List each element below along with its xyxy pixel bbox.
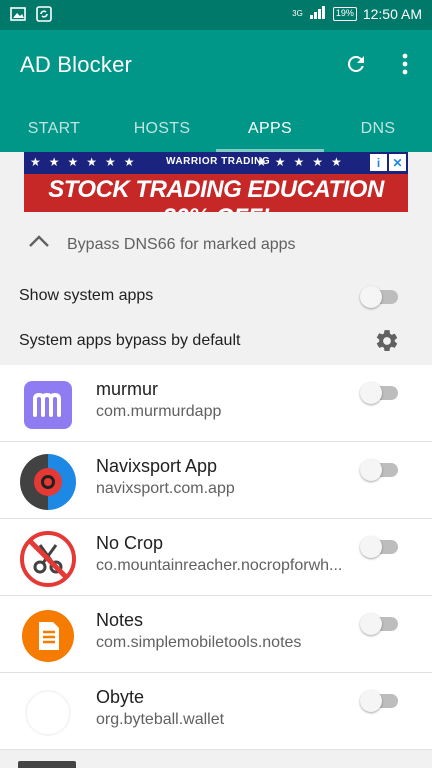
list-item[interactable]: murmur com.murmurdapp — [0, 365, 432, 442]
app-name: Notes — [96, 610, 144, 630]
no-crop-app-icon — [20, 531, 76, 587]
sync-notification-icon — [36, 6, 52, 27]
list-item[interactable]: Navixsport App navixsport.com.app — [0, 442, 432, 519]
app-title: AD Blocker — [20, 52, 133, 77]
notes-app-icon — [20, 608, 76, 664]
app-bypass-switch[interactable] — [360, 689, 400, 712]
system-apps-bypass-label: System apps bypass by default — [19, 332, 241, 349]
murmur-app-icon — [20, 377, 76, 433]
ad-stars: ★★★★★★ — [30, 155, 143, 169]
app-name: Obyte — [96, 687, 145, 707]
ad-close-icon[interactable]: ✕ — [389, 154, 406, 171]
ad-stars-right: ★★★★★ — [256, 155, 350, 169]
status-bar: 3G 19% 12:50 AM — [0, 0, 432, 30]
app-bypass-switch[interactable] — [360, 381, 400, 404]
refresh-icon — [347, 55, 364, 72]
more-vert-icon — [402, 53, 408, 75]
more-options-button[interactable] — [392, 48, 418, 80]
tab-apps[interactable]: APPS — [216, 106, 324, 152]
ad-brand: WARRIOR TRADING — [166, 156, 271, 167]
gear-icon — [376, 330, 398, 351]
app-name: Navixsport App — [96, 456, 218, 476]
bypass-title: Bypass DNS66 for marked apps — [67, 236, 296, 253]
list-item[interactable]: Obyte org.byteball.wallet — [0, 673, 432, 750]
tab-hosts[interactable]: HOSTS — [108, 106, 216, 152]
list-item[interactable]: Notes com.simplemobiletools.notes — [0, 596, 432, 673]
app-package: navixsport.com.app — [96, 480, 235, 497]
signal-icon — [309, 5, 327, 22]
ad-banner[interactable]: ★★★★★★ WARRIOR TRADING ★★★★★ STOCK TRADI… — [24, 152, 408, 212]
network-type-label: 3G — [292, 9, 303, 18]
app-package: co.mountainreacher.nocropforwh... — [96, 557, 343, 574]
bypass-section-header[interactable]: Bypass DNS66 for marked apps — [0, 214, 432, 274]
next-app-icon-peek — [18, 761, 76, 768]
show-system-apps-label: Show system apps — [19, 287, 154, 304]
tab-start[interactable]: START — [0, 106, 108, 152]
app-package: com.murmurdapp — [96, 403, 222, 420]
tab-dns[interactable]: DNS — [324, 106, 432, 152]
navixsport-app-icon — [20, 454, 76, 510]
app-list: murmur com.murmurdapp Navixsport App nav… — [0, 365, 432, 750]
system-apps-bypass-settings-button[interactable] — [374, 328, 400, 359]
app-bar: AD Blocker START HOSTS APPS DNS — [0, 30, 432, 152]
list-item[interactable]: No Crop co.mountainreacher.nocropforwh..… — [0, 519, 432, 596]
app-name: murmur — [96, 379, 158, 399]
status-time: 12:50 AM — [362, 5, 422, 22]
app-package: com.simplemobiletools.notes — [96, 634, 302, 651]
system-apps-bypass-row: System apps bypass by default — [0, 320, 432, 364]
show-system-apps-row: Show system apps — [0, 275, 432, 319]
app-package: org.byteball.wallet — [96, 711, 225, 728]
image-notification-icon — [10, 6, 26, 27]
show-system-apps-switch[interactable] — [360, 285, 400, 308]
battery-indicator: 19% — [332, 6, 357, 21]
tab-bar: START HOSTS APPS DNS — [0, 106, 432, 152]
app-bypass-switch[interactable] — [360, 612, 400, 635]
ad-headline: STOCK TRADING EDUCATION 30% OFF! — [48, 176, 384, 212]
chevron-up-icon — [29, 235, 49, 247]
app-name: No Crop — [96, 533, 164, 553]
app-bypass-switch[interactable] — [360, 458, 400, 481]
obyte-app-icon — [20, 685, 76, 741]
refresh-button[interactable] — [340, 48, 372, 80]
ad-info-icon[interactable]: i — [370, 154, 387, 171]
app-bypass-switch[interactable] — [360, 535, 400, 558]
